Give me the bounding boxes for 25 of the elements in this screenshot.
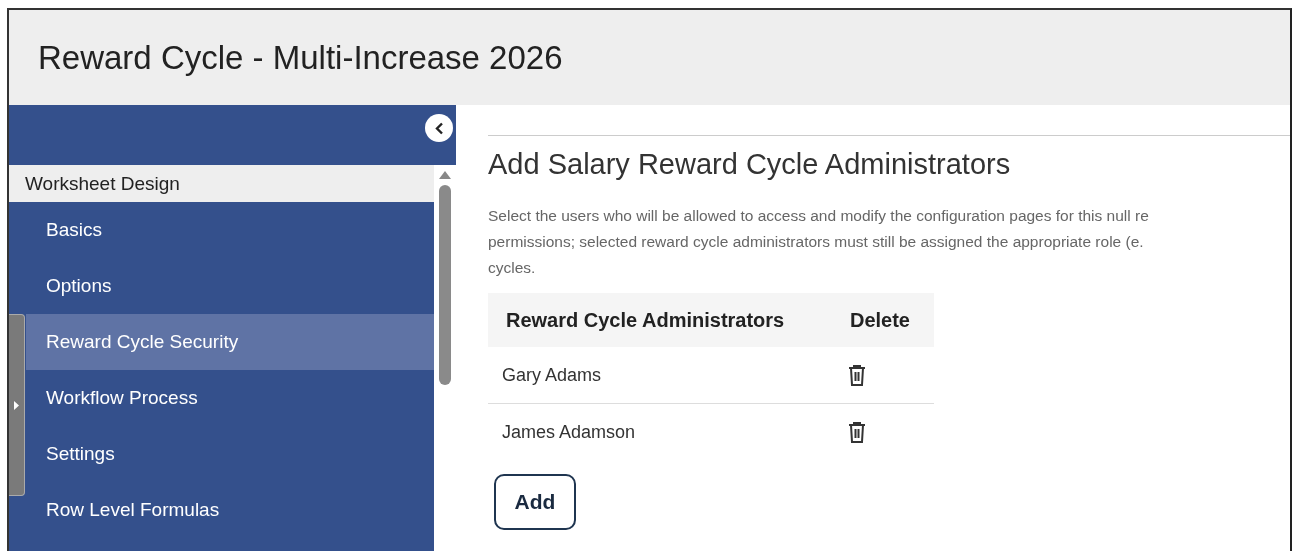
sidebar-item[interactable]: Reward Cycle Security xyxy=(26,314,434,370)
description-text: Select the users who will be allowed to access and modify the configuration pages for this null re permissions; selected reward cycle administrators must still be assigned the appropriate role (e. cycles. xyxy=(488,206,1150,278)
scrollbar-thumb[interactable] xyxy=(439,185,451,385)
scroll-up-icon[interactable] xyxy=(439,171,451,179)
table-cell: James Adamson xyxy=(488,403,832,460)
trash-icon xyxy=(847,364,866,386)
column-header: Reward Cycle Administrators xyxy=(488,293,832,347)
sidebar-item[interactable]: Settings xyxy=(26,426,434,482)
caret-icon xyxy=(14,400,19,410)
sidebar-item[interactable]: Row Level Formulas xyxy=(26,482,434,538)
delete-button[interactable] xyxy=(847,364,866,386)
chevron-left-icon xyxy=(434,121,444,135)
collapse-button[interactable] xyxy=(425,114,453,142)
column-header: Delete xyxy=(831,293,934,347)
page-title: Reward Cycle - Multi-Increase 2026 xyxy=(38,38,563,77)
trash-icon xyxy=(847,421,866,443)
sidebar-section-header: Worksheet Design xyxy=(9,165,434,202)
add-button[interactable]: Add xyxy=(494,474,576,530)
section-heading: Add Salary Reward Cycle Administrators xyxy=(488,148,1012,181)
sidebar-item[interactable]: Options xyxy=(26,258,434,314)
delete-button[interactable] xyxy=(847,421,866,443)
sidebar-item[interactable]: Workflow Process xyxy=(26,370,434,426)
sidebar-item[interactable]: Basics xyxy=(26,202,434,258)
table-cell: Gary Adams xyxy=(488,347,832,404)
expand-handle[interactable] xyxy=(9,314,25,496)
